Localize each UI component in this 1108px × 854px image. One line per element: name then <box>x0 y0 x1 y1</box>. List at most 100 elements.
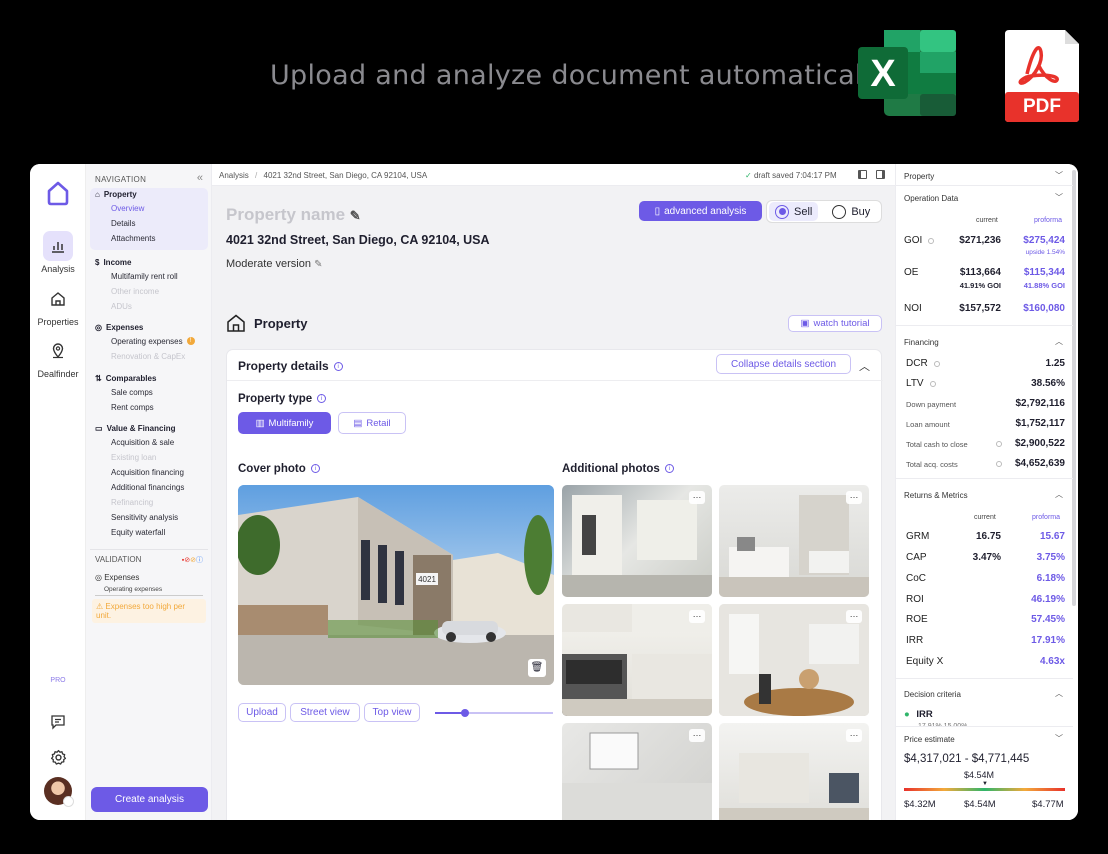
chevron-down-icon[interactable]: ﹀ <box>1055 192 1063 203</box>
avatar[interactable] <box>44 777 74 807</box>
layout-left-icon[interactable] <box>858 170 867 179</box>
info-icon <box>996 461 1002 467</box>
nav-section-title[interactable]: ▭ Value & Financing <box>90 422 208 435</box>
validation-panel: VALIDATION ▪⊘⊘ⓘ ◎ Expenses Operating exp… <box>90 549 208 626</box>
buy-radio[interactable]: Buy <box>826 204 870 219</box>
chevron-down-icon[interactable]: ﹀ <box>1055 733 1063 744</box>
additional-photo[interactable]: … <box>562 485 712 597</box>
breadcrumb-current: 4021 32nd Street, San Diego, CA 92104, U… <box>263 171 428 180</box>
validation-item[interactable]: ◎ Expenses <box>90 565 208 584</box>
document-icon: ▯ <box>654 205 661 217</box>
validation-status-icons: ▪⊘⊘ⓘ <box>181 557 203 564</box>
nav-item-details[interactable]: Details <box>90 216 208 231</box>
property-type-label: Property type i <box>238 393 327 405</box>
more-icon[interactable]: … <box>846 491 862 504</box>
settings-button[interactable] <box>30 742 86 775</box>
chevron-up-icon[interactable]: ︿ <box>1055 336 1063 347</box>
layout-right-icon[interactable] <box>876 170 885 179</box>
avatar-badge-icon <box>63 796 74 807</box>
street-view-button[interactable]: Street view <box>290 703 360 722</box>
chat-icon <box>43 707 73 737</box>
nav-item-sensitivity[interactable]: Sensitivity analysis <box>90 510 208 525</box>
type-retail-button[interactable]: ▤ Retail <box>338 412 406 434</box>
chevron-up-icon[interactable]: ︿ <box>1055 489 1063 500</box>
nav-item-rent-roll[interactable]: Multifamily rent roll <box>90 269 208 284</box>
price-estimate-section: Price estimate ﹀ $4,317,021 - $4,771,445… <box>896 726 1073 820</box>
collapse-details-button[interactable]: Collapse details section <box>716 354 851 374</box>
more-icon[interactable]: … <box>689 729 705 742</box>
nav-section-title[interactable]: ⌂ Property <box>90 188 208 201</box>
watch-tutorial-button[interactable]: ▣ watch tutorial <box>788 315 882 332</box>
nav-item-renovation: Renovation & CapEx <box>111 351 186 361</box>
top-view-button[interactable]: Top view <box>364 703 420 722</box>
nav-item-additional-financings[interactable]: Additional financings <box>90 480 208 495</box>
version-label[interactable]: Moderate version ✎ <box>226 258 322 270</box>
more-icon[interactable]: … <box>846 729 862 742</box>
chat-button[interactable] <box>30 707 86 740</box>
nav-item-operating-expenses[interactable]: Operating expenses! <box>90 334 208 349</box>
cover-photo[interactable]: 4021 🗑 <box>238 485 554 685</box>
app-logo-icon[interactable] <box>46 180 70 206</box>
nav-item-existing-loan: Existing loan <box>111 452 157 462</box>
collapse-nav-button[interactable]: « <box>197 172 203 184</box>
nav-section-title[interactable]: $ Income <box>90 256 208 269</box>
svg-text:X: X <box>870 53 896 95</box>
additional-photo[interactable]: … <box>719 485 869 597</box>
additional-photo[interactable]: … <box>719 604 869 716</box>
type-multifamily-button[interactable]: ▥ Multifamily <box>238 412 331 434</box>
create-analysis-button[interactable]: Create analysis <box>91 787 208 812</box>
nav-section-value-financing: ▭ Value & Financing Acquisition & sale Ex… <box>90 422 208 540</box>
nav-item-equity-waterfall[interactable]: Equity waterfall <box>90 525 208 540</box>
nav-item-attachments[interactable]: Attachments <box>90 231 208 246</box>
zoom-slider[interactable] <box>435 709 553 717</box>
property-address: 4021 32nd Street, San Diego, CA 92104, U… <box>226 233 490 247</box>
house-icon: ⌂ <box>95 190 100 199</box>
additional-photos-label: Additional photos i <box>562 463 674 475</box>
nav-section-title[interactable]: ⇅ Comparables <box>90 372 208 385</box>
more-icon[interactable]: … <box>689 610 705 623</box>
zoom-slider-knob[interactable] <box>460 709 469 717</box>
rail-properties[interactable]: Properties <box>30 284 86 327</box>
additional-photo[interactable]: … <box>562 723 712 820</box>
property-name-input[interactable]: Property name ✎ <box>226 205 361 225</box>
cover-photo-label: Cover photo i <box>238 463 320 475</box>
nav-section-title[interactable]: ◎ Expenses <box>90 321 208 334</box>
nav-section-income: $ Income Multifamily rent roll Other inco… <box>90 256 208 314</box>
breadcrumb-root[interactable]: Analysis <box>219 171 249 180</box>
metric-row: Down payment $2,792,116 <box>906 398 1065 409</box>
metric-row: Loan amount $1,752,117 <box>906 418 1065 429</box>
rail-dealfinder[interactable]: Dealfinder <box>30 336 86 379</box>
more-icon[interactable]: … <box>689 491 705 504</box>
trash-icon[interactable]: 🗑 <box>528 659 546 677</box>
check-icon: ✓ <box>745 171 752 180</box>
nav-item-sale-comps[interactable]: Sale comps <box>90 385 208 400</box>
advanced-analysis-button[interactable]: ▯ advanced analysis <box>639 201 762 221</box>
section-header: Property <box>226 314 307 332</box>
price-gauge <box>904 788 1065 791</box>
sell-radio[interactable]: Sell <box>769 202 819 221</box>
financing-section: Financing ︿ DCR 1.25 LTV 38.56% Down payme… <box>896 326 1073 479</box>
property-dropdown[interactable]: Property ﹀ <box>896 164 1073 186</box>
headline: Upload and analyze document automaticall… <box>270 60 887 91</box>
metric-row: CAP 3.47% 3.75% <box>906 552 1065 563</box>
col-proforma: proforma <box>1034 217 1063 224</box>
nav-item-acquisition-financing[interactable]: Acquisition financing <box>90 465 208 480</box>
nav-item-overview[interactable]: Overview <box>90 201 208 216</box>
gear-icon <box>43 742 73 772</box>
nav-item-rent-comps[interactable]: Rent comps <box>90 400 208 415</box>
metrics-panel: Property ﹀ Operation Data ﹀ current prof… <box>895 164 1078 820</box>
section-title: Operation Data <box>904 194 959 203</box>
more-icon[interactable]: … <box>846 610 862 623</box>
chevron-up-icon[interactable]: ︿ <box>859 358 870 374</box>
top-bar: Analysis / 4021 32nd Street, San Diego, … <box>212 164 895 186</box>
rail-analysis[interactable]: Analysis <box>30 231 86 274</box>
col-current: current <box>976 217 998 224</box>
additional-photo[interactable]: … <box>719 723 869 820</box>
price-range: $4,317,021 - $4,771,445 <box>904 753 1030 765</box>
chevron-up-icon[interactable]: ︿ <box>1055 688 1063 699</box>
info-icon: i <box>317 394 327 404</box>
nav-item-acquisition-sale[interactable]: Acquisition & sale <box>90 435 208 450</box>
additional-photo[interactable]: … <box>562 604 712 716</box>
nav-item-refinancing: Refinancing <box>111 497 154 507</box>
upload-button[interactable]: Upload <box>238 703 286 722</box>
